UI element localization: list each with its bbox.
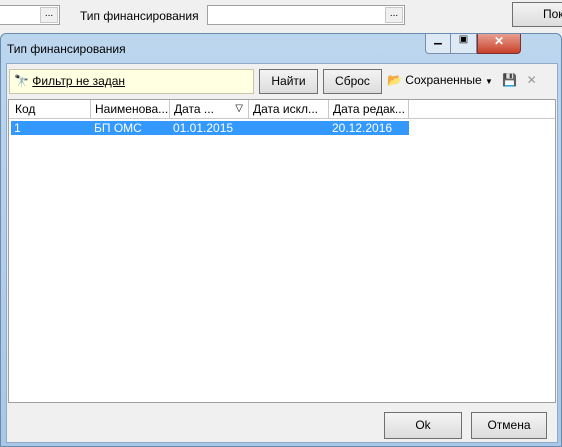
cell-date-edited: 20.12.2016 (332, 121, 393, 135)
cell-date-excluded (249, 121, 252, 135)
dropdown-arrow-icon: ▼ (485, 77, 493, 86)
saved-label: Сохраненные (405, 73, 482, 87)
reset-button[interactable]: Сброс (323, 69, 382, 94)
financing-type-label: Тип финансирования (80, 9, 199, 23)
data-grid: Код Наименова... Дата ... ▽ Дата искл... … (8, 99, 556, 403)
saved-menu[interactable]: 📂 Сохраненные ▼ 💾 ✕ (387, 73, 537, 87)
financing-type-field[interactable]: ... (207, 5, 405, 25)
binoculars-icon: 🔭 (14, 74, 29, 88)
filter-panel: 🔭 Фильтр не задан (9, 69, 254, 94)
ellipsis-button[interactable]: ... (40, 7, 58, 23)
folder-icon: 📂 (387, 73, 402, 87)
cell-code: 1 (14, 121, 21, 135)
save-filter-icon[interactable]: 💾 (502, 73, 517, 87)
ok-button[interactable]: Ok (384, 412, 462, 439)
column-header-date-excluded[interactable]: Дата искл... (249, 100, 329, 118)
maximize-icon[interactable]: ▣ (451, 34, 477, 54)
ellipsis-button[interactable]: ... (385, 7, 403, 23)
table-row[interactable]: 1 БП ОМС 01.01.2015 20.12.2016 (11, 121, 409, 135)
column-header-name[interactable]: Наименова... (91, 100, 170, 118)
cell-date: 01.01.2015 (173, 121, 234, 135)
delete-icon[interactable]: ✕ (527, 73, 537, 87)
grid-header: Код Наименова... Дата ... ▽ Дата искл... … (9, 100, 555, 119)
left-field[interactable]: ... (0, 5, 60, 25)
minimize-icon[interactable]: ▁ (425, 34, 451, 54)
column-header-date-edited[interactable]: Дата редак... (329, 100, 409, 118)
window-controls: ▁ ▣ ✕ (425, 34, 557, 54)
dialog-client: 🔭 Фильтр не задан Найти Сброс 📂 Сохранен… (6, 63, 558, 443)
cancel-button[interactable]: Отмена (471, 412, 547, 439)
sort-desc-icon: ▽ (235, 103, 243, 114)
cell-name: БП ОМС (94, 121, 142, 135)
column-header-code[interactable]: Код (11, 100, 91, 118)
show-button[interactable]: Пок (512, 2, 562, 27)
find-button[interactable]: Найти (259, 69, 318, 94)
close-icon[interactable]: ✕ (477, 34, 521, 54)
dialog-title: Тип финансирования (7, 42, 126, 56)
filter-link[interactable]: Фильтр не задан (32, 74, 125, 88)
dialog: Тип финансирования ▁ ▣ ✕ 🔭 Фильтр не зад… (0, 33, 562, 447)
column-header-date[interactable]: Дата ... ▽ (170, 100, 249, 118)
